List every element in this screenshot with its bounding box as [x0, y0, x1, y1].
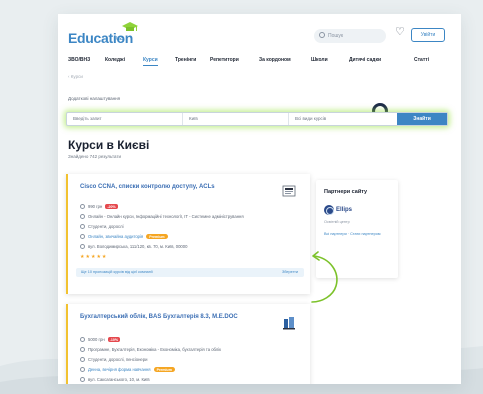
- partner-logo-text: Ellips: [336, 207, 353, 213]
- price-row: 5000 грн -10%: [80, 337, 121, 342]
- annotation-arrow-icon: [311, 251, 338, 303]
- audience-row: Студенти, дорослі, пенсіонери: [80, 357, 147, 362]
- heart-icon[interactable]: ♡: [395, 27, 405, 38]
- course-title[interactable]: Бухгалтерський облік, BAS Бухгалтерія 8.…: [80, 313, 260, 321]
- page-sheet: Education .ua Пошук ♡ Увійти ЗВО/ВНЗ Кол…: [58, 14, 461, 384]
- advanced-filters-link[interactable]: Додаткові налаштування: [68, 96, 120, 101]
- category-row: Програмне, Бухгалтерія, Економіка - Екон…: [80, 347, 221, 352]
- provider-logo-icon[interactable]: [282, 184, 296, 198]
- find-button[interactable]: Знайти: [397, 113, 447, 125]
- audience-row: Студенти, дорослі: [80, 224, 124, 229]
- audience: Студенти, дорослі: [88, 224, 124, 229]
- city-select[interactable]: Київ: [183, 113, 289, 125]
- query-field[interactable]: Введіть запит: [67, 113, 183, 125]
- rating-stars: ★★★★★: [80, 254, 108, 260]
- format-icon: [80, 367, 85, 372]
- premium-badge: Premium: [146, 234, 168, 239]
- nav-item-abroad[interactable]: За кордоном: [259, 57, 291, 63]
- address-row: вул. Володимирська, 111/120, кв. 70, м. …: [80, 244, 187, 249]
- screenshot-stage: Education .ua Пошук ♡ Увійти ЗВО/ВНЗ Кол…: [0, 0, 483, 394]
- save-link[interactable]: Зберегти: [282, 268, 298, 277]
- premium-badge: Premium: [153, 367, 175, 372]
- address: вул. Саксаганського, 10, м. Київ: [88, 377, 150, 382]
- search-icon: [319, 32, 325, 38]
- course-title[interactable]: Cisco CCNA, списки контролю доступу, ACL…: [80, 183, 260, 191]
- category-icon: [80, 214, 85, 219]
- price: 990 грн: [88, 204, 103, 209]
- nav-item-articles[interactable]: Статті: [414, 57, 429, 63]
- site-logo-suffix: .ua: [114, 35, 124, 42]
- partner-links[interactable]: Всі партнери · Стати партнером: [324, 232, 380, 236]
- location-pin-icon: [80, 377, 85, 382]
- nav-item-colleges[interactable]: Коледжі: [105, 57, 125, 63]
- graduation-cap-icon: [122, 22, 138, 31]
- format-text[interactable]: Онлайн, звичайна аудиторія: [88, 234, 143, 239]
- people-icon: [80, 357, 85, 362]
- audience: Студенти, дорослі, пенсіонери: [88, 357, 148, 362]
- page-title: Курси в Києві: [68, 138, 150, 152]
- card-footer: Ще 10 пропозицій курсів від цієї компані…: [76, 268, 304, 277]
- partners-title: Партнери сайту: [324, 189, 368, 195]
- nav-item-courses[interactable]: Курси: [143, 57, 158, 66]
- more-offers-link[interactable]: Ще 10 пропозицій курсів від цієї компані…: [81, 270, 153, 274]
- category: Програмне, Бухгалтерія, Економіка - Екон…: [88, 347, 221, 352]
- breadcrumb[interactable]: ‹ Курси: [68, 74, 83, 79]
- search-filter-bar: Введіть запит Київ Всі види курсів Знайт…: [66, 112, 448, 126]
- people-icon: [80, 224, 85, 229]
- main-nav: ЗВО/ВНЗ Коледжі Курси Тренінги Репетитор…: [58, 54, 461, 68]
- price: 5000 грн: [88, 337, 105, 342]
- globe-icon: [324, 205, 334, 215]
- course-card: Cisco CCNA, списки контролю доступу, ACL…: [66, 174, 310, 294]
- nav-item-kindergartens[interactable]: Дитячі садки: [349, 57, 381, 63]
- partner-logo[interactable]: Ellips: [324, 205, 352, 215]
- category-icon: [80, 347, 85, 352]
- format-row: Онлайн, звичайна аудиторія Premium: [80, 234, 168, 239]
- address: вул. Володимирська, 111/120, кв. 70, м. …: [88, 244, 188, 249]
- provider-logo-icon[interactable]: [282, 316, 296, 330]
- price-icon: [80, 204, 85, 209]
- site-header: Education .ua Пошук ♡ Увійти: [58, 14, 461, 58]
- result-count: Знайдено 742 результати: [68, 154, 122, 159]
- discount-badge: -10%: [107, 337, 121, 342]
- partner-subtitle: Освітній центр: [324, 220, 350, 224]
- nav-item-trainings[interactable]: Тренінги: [175, 57, 196, 63]
- location-pin-icon: [80, 244, 85, 249]
- category-row: Онлайн - Онлайн курси, Інформаційні техн…: [80, 214, 244, 219]
- search-input[interactable]: Пошук: [314, 29, 386, 43]
- discount-badge: -20%: [105, 204, 118, 209]
- search-placeholder: Пошук: [328, 33, 344, 39]
- format-text[interactable]: Денна, вечірня форма навчання: [88, 367, 151, 372]
- format-row: Денна, вечірня форма навчання Premium: [80, 367, 175, 372]
- nav-item-zvo[interactable]: ЗВО/ВНЗ: [68, 57, 90, 63]
- price-row: 990 грн -20%: [80, 204, 118, 209]
- login-button[interactable]: Увійти: [411, 28, 445, 42]
- format-icon: [80, 234, 85, 239]
- price-icon: [80, 337, 85, 342]
- nav-item-schools[interactable]: Школи: [311, 57, 328, 63]
- course-type-select[interactable]: Всі види курсів: [289, 113, 399, 125]
- address-row: вул. Саксаганського, 10, м. Київ: [80, 377, 150, 382]
- category: Онлайн - Онлайн курси, Інформаційні техн…: [88, 214, 244, 219]
- course-card: Бухгалтерський облік, BAS Бухгалтерія 8.…: [66, 304, 310, 384]
- nav-item-tutors[interactable]: Репетитори: [210, 57, 239, 63]
